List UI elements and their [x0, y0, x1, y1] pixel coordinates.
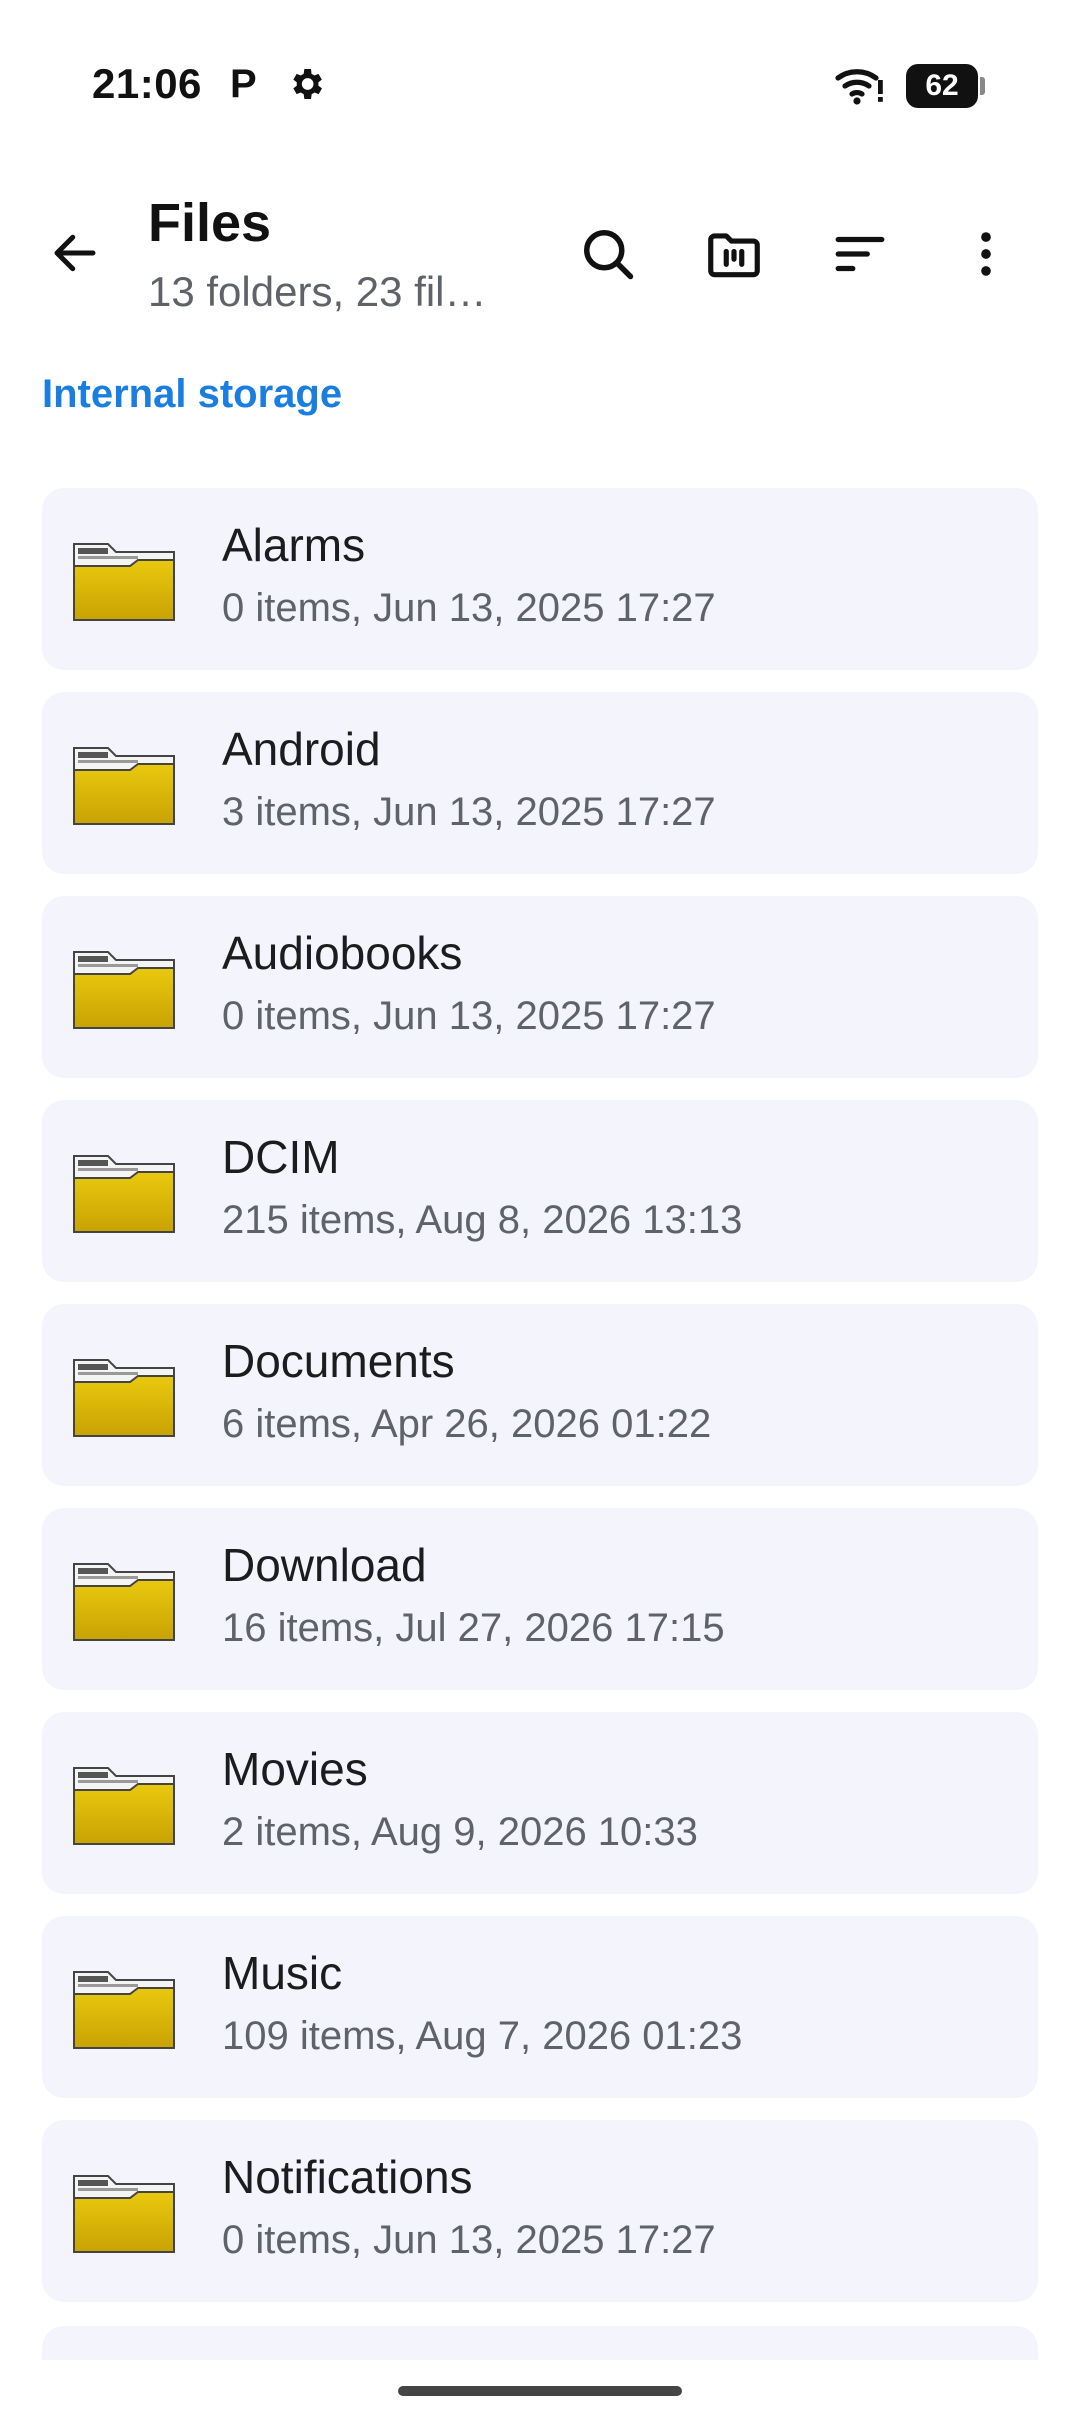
page-subtitle: 13 folders, 23 fil… [148, 268, 487, 315]
folder-name: Notifications [222, 2151, 473, 2203]
status-bar: 21:06 P 62 [0, 0, 1080, 176]
search-button[interactable] [566, 212, 650, 296]
folder-meta: 6 items, Apr 26, 2026 01:22 [222, 1402, 712, 1446]
folder-row-documents[interactable]: Documents 6 items, Apr 26, 2026 01:22 [42, 1304, 1038, 1486]
folder-row-audiobooks[interactable]: Audiobooks 0 items, Jun 13, 2025 17:27 [42, 896, 1038, 1078]
folder-row-dcim[interactable]: DCIM 215 items, Aug 8, 2026 13:13 [42, 1100, 1038, 1282]
folder-icon [72, 1966, 176, 2050]
folder-row-android[interactable]: Android 3 items, Jun 13, 2025 17:27 [42, 692, 1038, 874]
storage-button[interactable] [692, 212, 776, 296]
folder-icon [72, 538, 176, 622]
gear-icon [286, 64, 326, 109]
folder-meta: 215 items, Aug 8, 2026 13:13 [222, 1198, 743, 1242]
search-icon [584, 230, 634, 280]
sort-icon [835, 236, 885, 272]
folder-icon [72, 2170, 176, 2254]
folder-name: Music [222, 1947, 343, 1999]
folder-icon [72, 1354, 176, 1438]
folder-name: Documents [222, 1335, 455, 1387]
files-screen: 21:06 P 62 Files 13 folders, 23 fil… Int… [0, 0, 1080, 2424]
folder-meta: 16 items, Jul 27, 2026 17:15 [222, 1606, 725, 1650]
folder-list: Alarms 0 items, Jun 13, 2025 17:27 Andro… [42, 488, 1038, 2360]
folder-meta: 109 items, Aug 7, 2026 01:23 [222, 2014, 743, 2058]
parking-icon: P [230, 62, 257, 106]
folder-icon [72, 946, 176, 1030]
gesture-handle[interactable] [398, 2386, 682, 2396]
more-options-button[interactable] [944, 212, 1028, 296]
wifi-icon [834, 62, 886, 111]
folder-meta: 0 items, Jun 13, 2025 17:27 [222, 586, 716, 630]
folder-name: Download [222, 1539, 427, 1591]
folder-name: Android [222, 723, 381, 775]
folder-meta: 0 items, Jun 13, 2025 17:27 [222, 994, 716, 1038]
folder-icon [72, 1762, 176, 1846]
battery-level: 62 [906, 64, 978, 108]
folder-name: DCIM [222, 1131, 340, 1183]
folder-row-alarms[interactable]: Alarms 0 items, Jun 13, 2025 17:27 [42, 488, 1038, 670]
back-icon [54, 234, 96, 272]
folder-row-download[interactable]: Download 16 items, Jul 27, 2026 17:15 [42, 1508, 1038, 1690]
page-title: Files [148, 193, 272, 253]
folder-meta: 2 items, Aug 9, 2026 10:33 [222, 1810, 698, 1854]
app-bar: Files 13 folders, 23 fil… [0, 176, 1080, 336]
folder-icon [72, 742, 176, 826]
battery-icon: 62 [906, 64, 985, 108]
storage-icon [708, 233, 760, 278]
breadcrumb-internal-storage[interactable]: Internal storage [42, 372, 342, 417]
folder-meta: 0 items, Jun 13, 2025 17:27 [222, 2218, 716, 2262]
folder-row-music[interactable]: Music 109 items, Aug 7, 2026 01:23 [42, 1916, 1038, 2098]
battery-tip [980, 77, 985, 95]
folder-row-notifications[interactable]: Notifications 0 items, Jun 13, 2025 17:2… [42, 2120, 1038, 2302]
folder-name: Movies [222, 1743, 368, 1795]
more-vert-icon [981, 232, 991, 276]
sort-button[interactable] [818, 212, 902, 296]
folder-row-movies[interactable]: Movies 2 items, Aug 9, 2026 10:33 [42, 1712, 1038, 1894]
folder-meta: 3 items, Jun 13, 2025 17:27 [222, 790, 716, 834]
back-button[interactable] [40, 218, 110, 288]
folder-icon [72, 1150, 176, 1234]
folder-row-partial [42, 2326, 1038, 2360]
folder-name: Alarms [222, 519, 366, 571]
folder-name: Audiobooks [222, 927, 463, 979]
status-time: 21:06 [92, 60, 202, 107]
folder-icon [72, 1558, 176, 1642]
